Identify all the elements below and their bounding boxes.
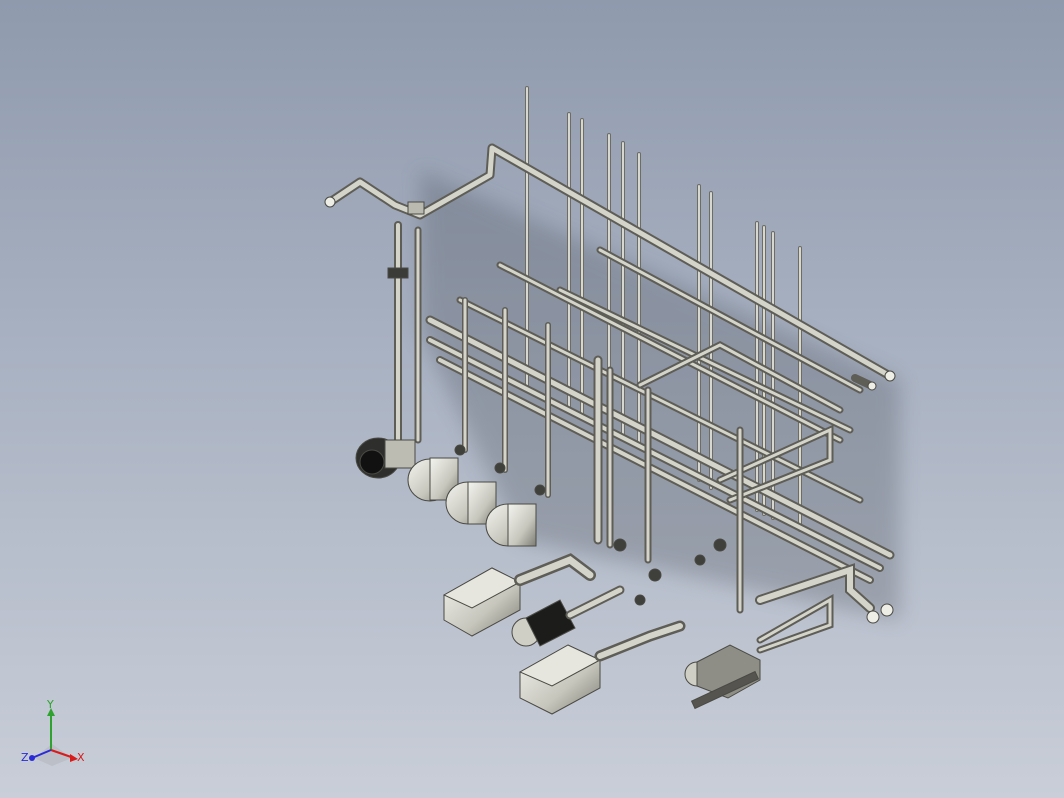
x-axis-label: X (77, 751, 85, 764)
pump-skid-2[interactable] (511, 585, 625, 647)
left-drop-pipe (387, 201, 425, 444)
model-shadow (420, 170, 900, 620)
left-motor[interactable] (355, 437, 416, 479)
orientation-triad: Y X Z (21, 700, 85, 766)
cad-viewport[interactable] (0, 0, 1064, 798)
drum-tank-3[interactable] (485, 503, 537, 547)
z-axis-tip (29, 755, 35, 761)
z-axis-label: Z (21, 751, 29, 764)
right-motor[interactable] (684, 644, 761, 710)
y-axis-label: Y (46, 700, 54, 711)
